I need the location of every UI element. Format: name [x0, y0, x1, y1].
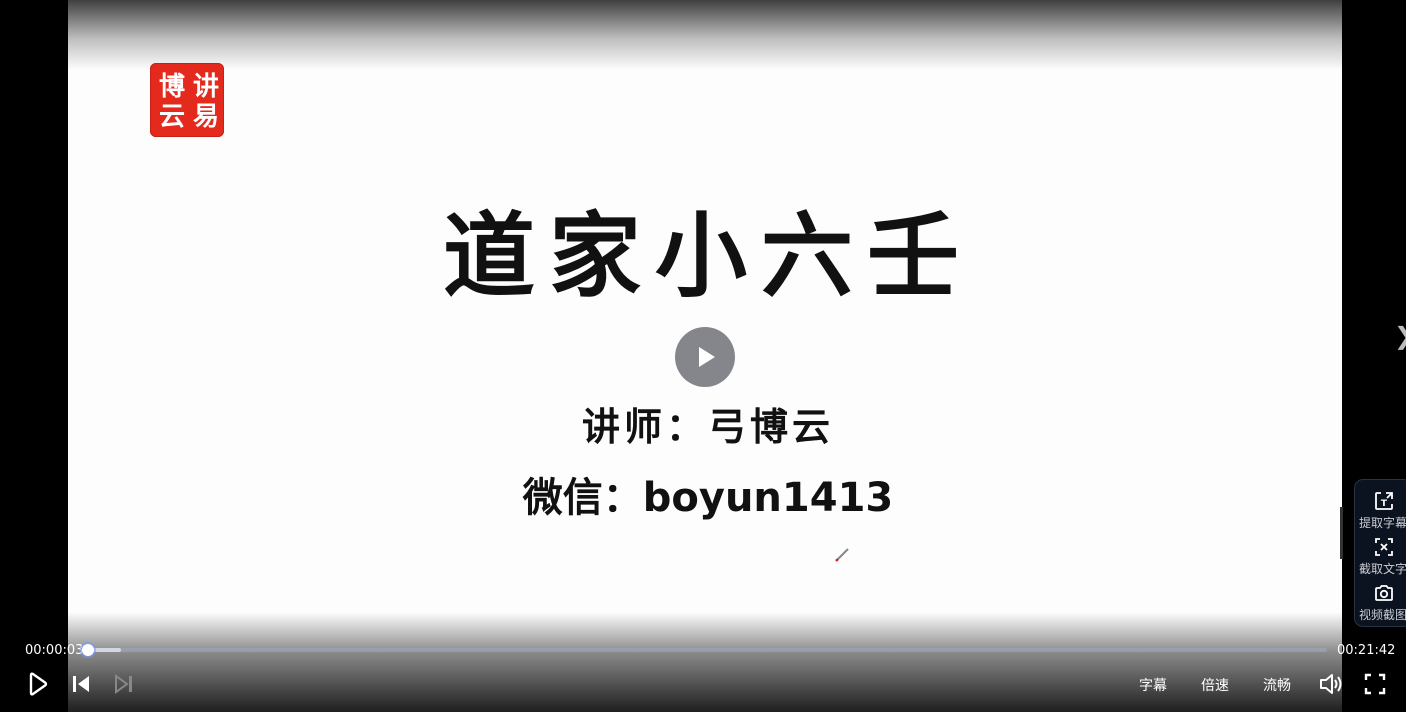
capture-text-label: 截取文字: [1359, 562, 1406, 576]
svg-text:T: T: [1381, 499, 1388, 509]
svg-text:讲: 讲: [193, 72, 219, 102]
previous-button[interactable]: [70, 670, 92, 698]
next-icon: [115, 674, 129, 694]
extract-subtitles-label: 提取字幕: [1359, 516, 1406, 530]
next-chevron-icon[interactable]: ❯: [1394, 322, 1406, 350]
subtitles-button[interactable]: 字幕: [1139, 675, 1167, 695]
fullscreen-icon: [1364, 673, 1386, 695]
video-player: 讲 易 博 云 道家小六壬 讲师：弓博云 微信：boyun1413 ❯ 00:0…: [0, 0, 1406, 712]
camera-icon: [1375, 585, 1393, 601]
capture-text-button[interactable]: 截取文字: [1355, 532, 1406, 578]
progress-bar[interactable]: [82, 644, 1327, 656]
extract-subtitles-button[interactable]: T 提取字幕: [1355, 486, 1406, 532]
volume-icon: [1320, 674, 1342, 694]
video-frame[interactable]: 讲 易 博 云 道家小六壬 讲师：弓博云 微信：boyun1413: [68, 0, 1342, 712]
screenshot-label: 视频截图: [1359, 608, 1406, 622]
seal-logo: 讲 易 博 云: [150, 63, 224, 137]
fullscreen-button[interactable]: [1363, 670, 1387, 698]
svg-text:易: 易: [193, 102, 219, 132]
play-button[interactable]: [26, 670, 50, 698]
play-icon: [29, 672, 48, 696]
svg-text:博: 博: [159, 72, 185, 102]
bottom-shade: [68, 612, 1342, 712]
wechat-text: 微信：boyun1413: [522, 475, 894, 521]
capture-text-icon: [1375, 538, 1393, 556]
video-title: 道家小六壬: [442, 202, 973, 310]
top-shade: [68, 0, 1342, 70]
next-button[interactable]: [113, 670, 135, 698]
current-time: 00:00:03: [25, 643, 84, 658]
play-icon: [699, 347, 715, 367]
pen-icon: [834, 547, 850, 563]
quality-button[interactable]: 流畅: [1263, 675, 1291, 695]
previous-icon: [78, 676, 89, 692]
lecturer-text: 讲师：弓博云: [581, 404, 834, 449]
side-tool-panel: T 提取字幕 截取文字 视频截图: [1354, 479, 1406, 627]
volume-button[interactable]: [1318, 670, 1344, 698]
big-play-button[interactable]: [675, 327, 735, 387]
svg-text:云: 云: [159, 102, 185, 132]
total-time: 00:21:42: [1337, 643, 1396, 658]
screenshot-button[interactable]: 视频截图: [1355, 578, 1406, 624]
extract-subtitles-icon: T: [1375, 492, 1393, 510]
speed-button[interactable]: 倍速: [1201, 675, 1229, 695]
panel-handle[interactable]: [1340, 507, 1343, 559]
